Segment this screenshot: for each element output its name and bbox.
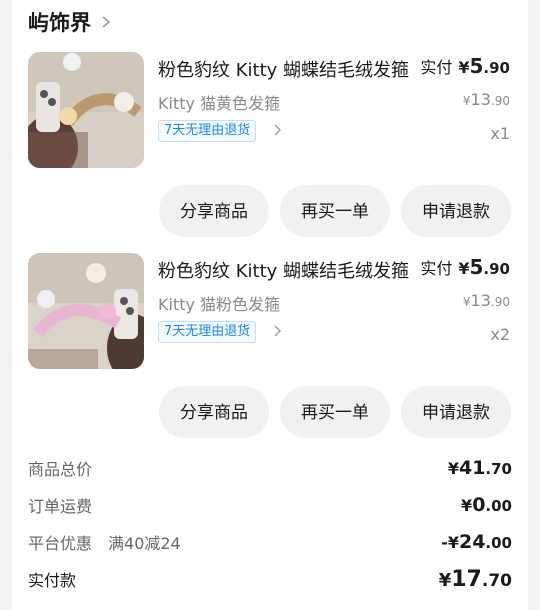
discount-detail: 满40减24 [108, 534, 181, 553]
summary-label: 商品总价 [28, 460, 93, 479]
chevron-right-icon [102, 16, 111, 28]
currency-symbol: ¥ [458, 58, 470, 77]
product-image[interactable] [28, 52, 144, 168]
shop-name: 屿饰界 [28, 11, 91, 35]
summary-value: ¥0.00 [461, 494, 512, 516]
price-decimal: .90 [483, 260, 510, 278]
share-product-button[interactable]: 分享商品 [159, 185, 269, 237]
summary-label: 实付款 [28, 571, 77, 590]
return-policy-badge[interactable]: 7天无理由退货 [158, 120, 257, 142]
summary-value: ¥41.70 [447, 457, 512, 479]
quantity: x2 [490, 325, 510, 344]
price-integer: 5 [469, 54, 484, 78]
currency-symbol: ¥ [458, 259, 470, 278]
summary-value: ¥17.70 [438, 566, 512, 592]
share-product-button[interactable]: 分享商品 [159, 386, 269, 438]
quantity: x1 [490, 124, 510, 143]
return-policy-badge[interactable]: 7天无理由退货 [158, 321, 257, 343]
shop-header[interactable]: 屿饰界 [28, 8, 113, 36]
paid-label: 实付 [420, 58, 453, 77]
summary-goods-total: 商品总价 ¥41.70 [28, 453, 512, 483]
summary-value: -¥24.00 [441, 531, 512, 553]
request-refund-button[interactable]: 申请退款 [401, 185, 511, 237]
order-item: 粉色豹纹 Kitty 蝴蝶结毛绒发箍 实付 ¥5.90 Kitty 猫粉色发箍 … [0, 253, 540, 453]
price-integer: 5 [469, 255, 484, 279]
chevron-right-icon [274, 325, 281, 337]
product-title[interactable]: 粉色豹纹 Kitty 蝴蝶结毛绒发箍 [158, 257, 413, 283]
summary-discount: 平台优惠 满40减24 -¥24.00 [28, 527, 512, 557]
summary-paid-total: 实付款 ¥17.70 [28, 564, 512, 594]
summary-label: 订单运费 [28, 497, 93, 516]
paid-price: 实付 ¥5.90 [420, 54, 510, 78]
buy-again-button[interactable]: 再买一单 [280, 185, 390, 237]
request-refund-button[interactable]: 申请退款 [401, 386, 511, 438]
paid-price: 实付 ¥5.90 [420, 255, 510, 279]
product-spec: Kitty 猫粉色发箍 [158, 295, 281, 314]
product-spec: Kitty 猫黄色发箍 [158, 94, 281, 113]
summary-shipping: 订单运费 ¥0.00 [28, 490, 512, 520]
paid-label: 实付 [420, 259, 453, 278]
product-image[interactable] [28, 253, 144, 369]
product-title[interactable]: 粉色豹纹 Kitty 蝴蝶结毛绒发箍 [158, 56, 413, 82]
buy-again-button[interactable]: 再买一单 [280, 386, 390, 438]
price-decimal: .90 [483, 59, 510, 77]
chevron-right-icon [274, 124, 281, 136]
original-price: ¥13.90 [462, 90, 510, 109]
order-item: 粉色豹纹 Kitty 蝴蝶结毛绒发箍 实付 ¥5.90 Kitty 猫黄色发箍 … [0, 52, 540, 252]
summary-label: 平台优惠 [28, 534, 93, 553]
original-price: ¥13.90 [462, 291, 510, 310]
